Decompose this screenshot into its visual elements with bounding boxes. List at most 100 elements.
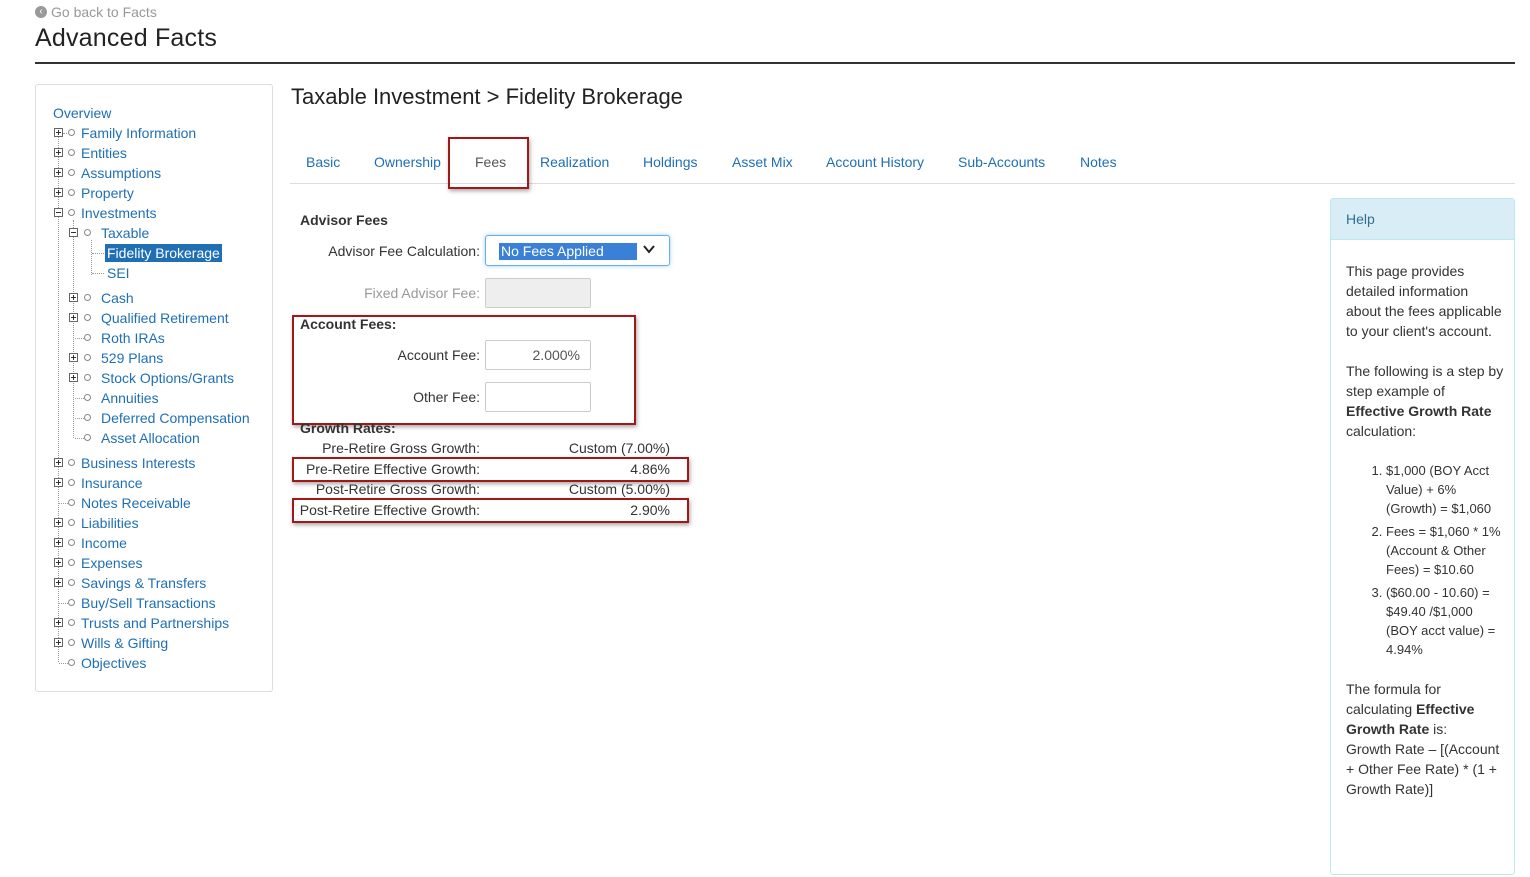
sidebar-item-investments[interactable]: Investments	[53, 204, 253, 222]
help-panel: Help This page provides detailed informa…	[1330, 198, 1515, 875]
sidebar-item-savings-transfers[interactable]: Savings & Transfers	[53, 574, 253, 592]
pre-retire-gross-growth-label: Pre-Retire Gross Growth:	[322, 440, 480, 456]
sidebar-item-trusts-partnerships[interactable]: Trusts and Partnerships	[53, 614, 253, 632]
tab-holdings[interactable]: Holdings	[643, 154, 697, 170]
sidebar-item-deferred-compensation[interactable]: Deferred Compensation	[53, 409, 273, 427]
expand-icon[interactable]	[54, 538, 63, 547]
expand-icon[interactable]	[54, 168, 63, 177]
tree-dash	[92, 273, 104, 274]
sidebar-item-roth-iras[interactable]: Roth IRAs	[53, 329, 253, 347]
tab-asset-mix[interactable]: Asset Mix	[732, 154, 793, 170]
collapse-icon[interactable]	[54, 208, 63, 217]
advisor-fee-calculation-label: Advisor Fee Calculation:	[328, 243, 480, 259]
sidebar-item-label: Liabilities	[81, 515, 139, 531]
advisor-fee-calculation-select[interactable]: No Fees Applied	[485, 235, 670, 266]
sidebar-item-insurance[interactable]: Insurance	[53, 474, 253, 492]
help-panel-body: This page provides detailed information …	[1346, 261, 1506, 799]
node-icon	[68, 599, 75, 606]
help-step: ($60.00 - 10.60) = $49.40 /$1,000 (BOY a…	[1386, 583, 1506, 659]
node-icon	[84, 434, 91, 441]
sidebar-item-asset-allocation[interactable]: Asset Allocation	[53, 429, 253, 447]
tree-dash	[59, 603, 68, 604]
sidebar-item-label: Insurance	[81, 475, 143, 491]
sidebar-item-sei[interactable]: SEI	[53, 264, 253, 282]
tab-realization[interactable]: Realization	[540, 154, 609, 170]
expand-icon[interactable]	[69, 373, 78, 382]
sidebar-item-529-plans[interactable]: 529 Plans	[53, 349, 253, 367]
tab-notes[interactable]: Notes	[1080, 154, 1117, 170]
sidebar-item-expenses[interactable]: Expenses	[53, 554, 253, 572]
sidebar-item-entities[interactable]: Entities	[53, 144, 253, 162]
growth-rates-heading: Growth Rates:	[300, 420, 396, 436]
sidebar-item-label: Wills & Gifting	[81, 635, 169, 651]
sidebar-item-label: Trusts and Partnerships	[81, 615, 230, 631]
help-text-bold: Effective Growth Rate	[1346, 403, 1492, 419]
sidebar-item-label: Savings & Transfers	[81, 575, 207, 591]
tree-dash	[75, 418, 84, 419]
highlight-box-account-fees	[292, 315, 636, 425]
tab-account-history[interactable]: Account History	[826, 154, 924, 170]
node-icon	[68, 209, 75, 216]
sidebar-item-objectives[interactable]: Objectives	[53, 654, 253, 672]
post-retire-gross-growth-value: Custom (5.00%)	[568, 481, 670, 497]
sidebar-item-business-interests[interactable]: Business Interests	[53, 454, 253, 472]
title-divider	[35, 62, 1515, 64]
tab-ownership[interactable]: Ownership	[374, 154, 441, 170]
sidebar-item-label: Investments	[81, 205, 157, 221]
fixed-advisor-fee-label: Fixed Advisor Fee:	[364, 285, 480, 301]
help-step: $1,000 (BOY Acct Value) + 6% (Growth) = …	[1386, 461, 1506, 518]
expand-icon[interactable]	[54, 518, 63, 527]
sidebar-item-label: Roth IRAs	[101, 330, 165, 346]
expand-icon[interactable]	[54, 558, 63, 567]
sidebar-item-wills-gifting[interactable]: Wills & Gifting	[53, 634, 253, 652]
expand-icon[interactable]	[69, 293, 78, 302]
expand-icon[interactable]	[54, 128, 63, 137]
node-icon	[68, 519, 75, 526]
sidebar-item-taxable[interactable]: Taxable	[53, 224, 253, 242]
node-icon	[84, 314, 91, 321]
sidebar-item-label: Buy/Sell Transactions	[81, 595, 216, 611]
sidebar-item-assumptions[interactable]: Assumptions	[53, 164, 253, 182]
help-text: The following is a step by step example …	[1346, 363, 1504, 399]
sidebar-item-income[interactable]: Income	[53, 534, 253, 552]
sidebar-item-stock-options-grants[interactable]: Stock Options/Grants	[53, 369, 253, 387]
expand-icon[interactable]	[54, 148, 63, 157]
node-icon	[68, 169, 75, 176]
highlight-box-fees-tab	[448, 137, 529, 189]
expand-icon[interactable]	[54, 578, 63, 587]
tab-basic[interactable]: Basic	[306, 154, 340, 170]
expand-icon[interactable]	[54, 618, 63, 627]
sidebar-item-liabilities[interactable]: Liabilities	[53, 514, 253, 532]
sidebar-item-label: Property	[81, 185, 134, 201]
sidebar-item-label: Taxable	[101, 225, 150, 241]
expand-icon[interactable]	[69, 353, 78, 362]
pre-retire-gross-growth-value: Custom (7.00%)	[568, 440, 670, 456]
help-steps-list: $1,000 (BOY Acct Value) + 6% (Growth) = …	[1346, 461, 1506, 659]
arrow-left-circle-icon: ‹	[35, 6, 47, 18]
expand-icon[interactable]	[69, 313, 78, 322]
sidebar-item-label: Stock Options/Grants	[101, 370, 235, 386]
back-to-facts-link[interactable]: ‹ Go back to Facts	[35, 4, 157, 20]
sidebar: Overview Family Information Entities Ass…	[35, 84, 273, 692]
page-title: Advanced Facts	[35, 24, 218, 52]
node-icon	[68, 189, 75, 196]
collapse-icon[interactable]	[69, 228, 78, 237]
sidebar-item-qualified-retirement[interactable]: Qualified Retirement	[53, 309, 253, 327]
tab-sub-accounts[interactable]: Sub-Accounts	[958, 154, 1045, 170]
expand-icon[interactable]	[54, 478, 63, 487]
sidebar-item-family-information[interactable]: Family Information	[53, 124, 253, 142]
advisor-fees-heading: Advisor Fees	[300, 212, 388, 228]
sidebar-item-property[interactable]: Property	[53, 184, 253, 202]
node-icon	[68, 559, 75, 566]
sidebar-item-cash[interactable]: Cash	[53, 289, 253, 307]
expand-icon[interactable]	[54, 458, 63, 467]
sidebar-item-notes-receivable[interactable]: Notes Receivable	[53, 494, 253, 512]
expand-icon[interactable]	[54, 188, 63, 197]
sidebar-item-annuities[interactable]: Annuities	[53, 389, 253, 407]
help-text: calculation:	[1346, 423, 1417, 439]
tree-dash	[92, 253, 104, 254]
sidebar-item-fidelity-brokerage[interactable]: Fidelity Brokerage	[53, 244, 253, 262]
advisor-fee-calculation-value: No Fees Applied	[499, 243, 637, 260]
sidebar-item-buy-sell-transactions[interactable]: Buy/Sell Transactions	[53, 594, 253, 612]
expand-icon[interactable]	[54, 638, 63, 647]
